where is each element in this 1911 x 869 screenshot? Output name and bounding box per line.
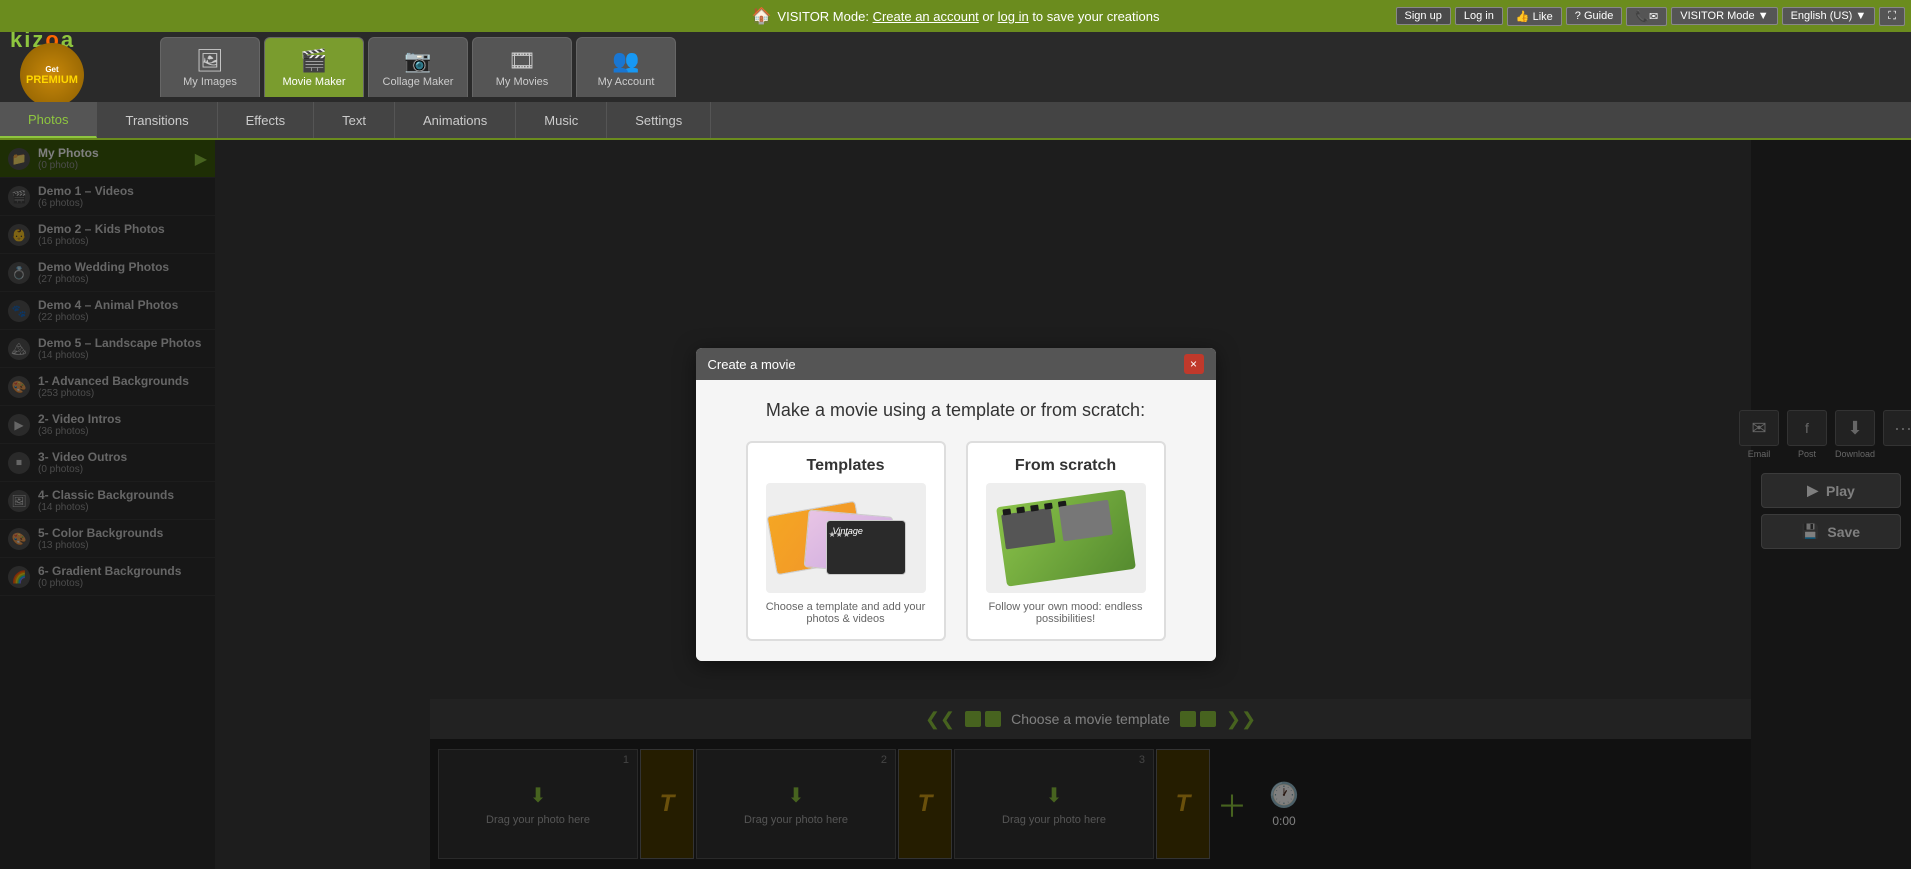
tab-text[interactable]: Text (314, 102, 395, 138)
film-hole-2 (1016, 507, 1025, 514)
phone-button[interactable]: 📞✉ (1626, 7, 1667, 26)
nav-tabs: 🖼 My Images 🎬 Movie Maker 📷 Collage Make… (160, 37, 676, 97)
movie-maker-icon: 🎬 (300, 48, 327, 74)
my-images-label: My Images (183, 76, 237, 88)
film-hole-1 (1002, 508, 1011, 515)
visitor-mode-button[interactable]: VISITOR Mode ▼ (1671, 7, 1777, 25)
modal-header: Create a movie × (696, 348, 1216, 380)
template-visual: Vintage ★★★ (771, 488, 921, 588)
scratch-title: From scratch (1015, 457, 1116, 475)
modal-close-button[interactable]: × (1184, 354, 1204, 374)
modal-choices: Templates Vintage ★★★ Choose a template … (716, 441, 1196, 641)
modal-overlay: Create a movie × Make a movie using a te… (0, 140, 1911, 869)
scratch-desc: Follow your own mood: endless possibilit… (982, 601, 1150, 625)
guide-button[interactable]: ? Guide (1566, 7, 1623, 25)
expand-button[interactable]: ⛶ (1879, 7, 1905, 26)
signup-button[interactable]: Sign up (1396, 7, 1451, 25)
scratch-card[interactable]: From scratch (966, 441, 1166, 641)
film-visual (991, 488, 1141, 588)
create-movie-modal: Create a movie × Make a movie using a te… (696, 348, 1216, 661)
movie-maker-label: Movie Maker (283, 76, 346, 88)
logo-area: kizoa Get PREMIUM (10, 27, 140, 107)
film-hole-5 (1057, 501, 1066, 508)
tab-music[interactable]: Music (516, 102, 607, 138)
nav-tab-collage-maker[interactable]: 📷 Collage Maker (368, 37, 468, 97)
tab-transitions[interactable]: Transitions (97, 102, 217, 138)
templates-title: Templates (807, 457, 885, 475)
collage-maker-label: Collage Maker (383, 76, 454, 88)
login-button[interactable]: Log in (1455, 7, 1503, 25)
film-hole-3 (1030, 505, 1039, 512)
my-movies-label: My Movies (496, 76, 549, 88)
template-card-star: ★★★ (829, 530, 851, 539)
film-holes (996, 489, 1126, 519)
topbar: 🏠 VISITOR Mode: Create an account or log… (0, 0, 1911, 32)
visitor-message: VISITOR Mode: Create an account or log i… (777, 9, 1159, 24)
templates-desc: Choose a template and add your photos & … (762, 601, 930, 625)
collage-maker-icon: 📷 (404, 48, 431, 74)
nav-tab-my-movies[interactable]: 🎞 My Movies (472, 37, 572, 97)
scratch-image (986, 483, 1146, 593)
my-account-label: My Account (598, 76, 655, 88)
nav-tab-movie-maker[interactable]: 🎬 Movie Maker (264, 37, 364, 97)
fb-like-button[interactable]: 👍 Like (1507, 7, 1562, 26)
modal-body: Make a movie using a template or from sc… (696, 380, 1216, 661)
my-images-icon: 🖼 (196, 48, 224, 74)
tab-effects[interactable]: Effects (218, 102, 315, 138)
modal-heading: Make a movie using a template or from sc… (716, 400, 1196, 421)
header: kizoa Get PREMIUM 🖼 My Images 🎬 Movie Ma… (0, 32, 1911, 102)
film-strip (996, 489, 1136, 586)
nav-tab-my-account[interactable]: 👥 My Account (576, 37, 676, 97)
tab-settings[interactable]: Settings (607, 102, 711, 138)
create-account-link[interactable]: Create an account (873, 9, 979, 24)
login-link[interactable]: log in (998, 9, 1029, 24)
my-account-icon: 👥 (612, 48, 639, 74)
main-area: 📁 My Photos (0 photo) ▶ 🎬 Demo 1 – Video… (0, 140, 1911, 869)
modal-title: Create a movie (708, 357, 796, 372)
tab-animations[interactable]: Animations (395, 102, 516, 138)
my-movies-icon: 🎞 (508, 48, 536, 74)
home-icon[interactable]: 🏠 (752, 6, 772, 26)
premium-badge[interactable]: Get PREMIUM (20, 43, 84, 107)
language-button[interactable]: English (US) ▼ (1782, 7, 1876, 25)
film-hole-4 (1044, 503, 1053, 510)
tab-photos[interactable]: Photos (0, 102, 97, 138)
nav-tab-my-images[interactable]: 🖼 My Images (160, 37, 260, 97)
toolbar: Photos Transitions Effects Text Animatio… (0, 102, 1911, 140)
templates-card[interactable]: Templates Vintage ★★★ Choose a template … (746, 441, 946, 641)
topbar-right: Sign up Log in 👍 Like ? Guide 📞✉ VISITOR… (1396, 0, 1911, 32)
templates-image: Vintage ★★★ (766, 483, 926, 593)
